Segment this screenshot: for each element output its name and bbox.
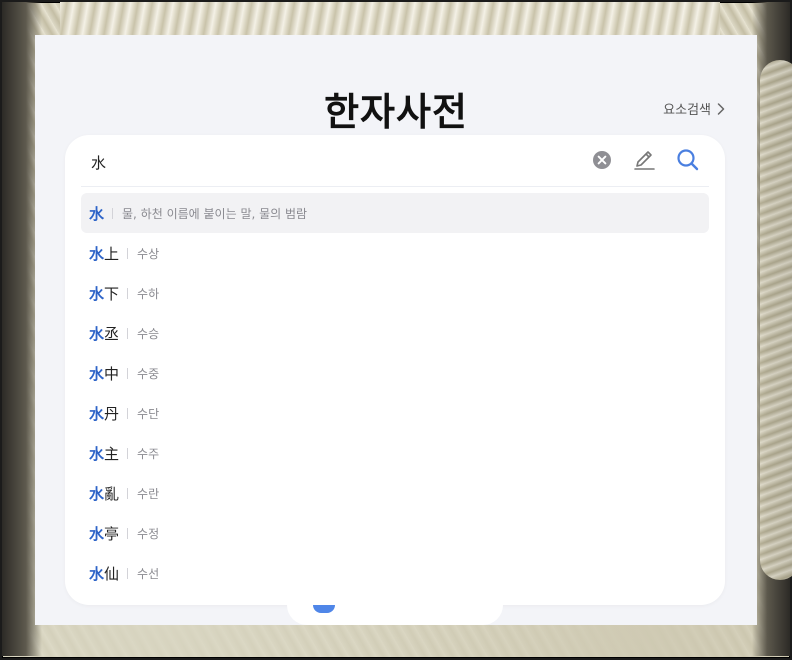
- suggestion-hanja: 水丞: [89, 324, 120, 343]
- separator: [127, 407, 129, 419]
- suggestion-reading: 수중: [137, 366, 160, 381]
- pen-icon: [634, 151, 655, 170]
- suggestion-item[interactable]: 水亂 수란: [81, 473, 709, 513]
- suggestion-reading: 수하: [137, 286, 160, 301]
- suggestion-item[interactable]: 水亭 수정: [81, 513, 709, 553]
- suggestion-reading: 수란: [137, 486, 160, 501]
- element-search-label: 요소검색: [663, 103, 711, 118]
- element-search-link[interactable]: 요소검색: [663, 99, 725, 118]
- suggestion-item[interactable]: 水 물, 하천 이름에 붙이는 말, 물의 범람: [81, 193, 709, 233]
- search-bar: [81, 135, 709, 187]
- hanja-dictionary-panel: 한자사전 요소검색 水 水 물, 하천 이름에 붙이는 말, 물의 범람 水上 …: [35, 35, 757, 625]
- page-title: 한자사전: [324, 90, 468, 134]
- suggestion-hanja: 水下: [89, 284, 120, 303]
- background-rope-right: [760, 60, 792, 580]
- separator: [127, 287, 129, 299]
- suggestion-item[interactable]: 水丹 수단: [81, 393, 709, 433]
- clear-circle-icon: [593, 151, 611, 169]
- separator: [127, 447, 129, 459]
- suggestion-item[interactable]: 水丞 수승: [81, 313, 709, 353]
- suggestion-item[interactable]: 水中 수중: [81, 353, 709, 393]
- suggestion-hanja: 水中: [89, 364, 120, 383]
- search-card: 水 물, 하천 이름에 붙이는 말, 물의 범람 水上 수상 水下 수하 水丞 …: [65, 135, 725, 605]
- separator: [127, 247, 129, 259]
- search-input[interactable]: [89, 149, 563, 175]
- suggestion-list: 水 물, 하천 이름에 붙이는 말, 물의 범람 水上 수상 水下 수하 水丞 …: [81, 193, 709, 593]
- handwriting-input-button[interactable]: [631, 147, 657, 173]
- separator: [127, 567, 129, 579]
- separator: [112, 207, 114, 219]
- suggestion-item[interactable]: 水上 수상: [81, 233, 709, 273]
- separator: [127, 487, 129, 499]
- suggestion-reading: 수승: [137, 326, 160, 341]
- separator: [127, 327, 129, 339]
- separator: [127, 527, 129, 539]
- suggestion-item[interactable]: 水主 수주: [81, 433, 709, 473]
- separator: [127, 367, 129, 379]
- suggestion-reading: 수주: [137, 446, 160, 461]
- search-icon: [677, 149, 699, 171]
- suggestion-hanja: 水仙: [89, 564, 120, 583]
- suggestion-item[interactable]: 水下 수하: [81, 273, 709, 313]
- suggestion-item[interactable]: 水仙 수선: [81, 553, 709, 593]
- suggestion-hanja: 水丹: [89, 404, 120, 423]
- suggestion-reading: 수선: [137, 566, 160, 581]
- suggestion-hanja: 水: [89, 204, 105, 223]
- suggestion-reading: 수상: [137, 246, 160, 261]
- suggestion-hanja: 水亂: [89, 484, 120, 503]
- clear-button[interactable]: [589, 147, 615, 173]
- suggestion-reading: 수정: [137, 526, 160, 541]
- suggestion-hanja: 水主: [89, 444, 120, 463]
- chevron-right-icon: [717, 102, 725, 115]
- suggestion-reading: 수단: [137, 406, 160, 421]
- search-button[interactable]: [675, 147, 701, 173]
- suggestion-reading: 물, 하천 이름에 붙이는 말, 물의 범람: [122, 206, 308, 221]
- suggestion-hanja: 水亭: [89, 524, 120, 543]
- suggestion-hanja: 水上: [89, 244, 120, 263]
